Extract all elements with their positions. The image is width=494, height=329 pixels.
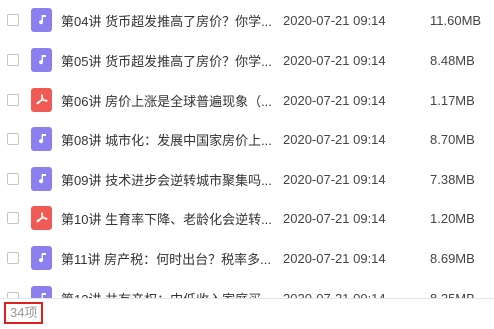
file-date: 2020-07-21 09:14 bbox=[283, 250, 386, 266]
file-size: 8.70MB bbox=[430, 131, 475, 147]
row-checkbox[interactable] bbox=[7, 212, 19, 224]
file-name[interactable]: 第09讲 技术进步会逆转城市聚集吗... bbox=[61, 170, 276, 189]
file-date: 2020-07-21 09:14 bbox=[283, 52, 386, 68]
pdf-icon bbox=[31, 206, 52, 230]
music-note-icon bbox=[31, 48, 52, 72]
music-note-icon bbox=[31, 167, 52, 191]
file-name[interactable]: 第10讲 生育率下降、老龄化会逆转... bbox=[61, 209, 276, 228]
status-bar: 34项 bbox=[0, 298, 494, 329]
file-row[interactable]: 第08讲 城市化：发展中国家房价上... 2020-07-21 09:14 8.70… bbox=[0, 119, 494, 159]
file-row[interactable]: 第11讲 房产税：何时出台？税率多... 2020-07-21 09:14 8.69… bbox=[0, 238, 494, 278]
file-date: 2020-07-21 09:14 bbox=[283, 210, 386, 226]
file-size: 8.69MB bbox=[430, 250, 475, 266]
file-size: 8.48MB bbox=[430, 52, 475, 68]
row-checkbox[interactable] bbox=[7, 14, 19, 26]
file-name[interactable]: 第04讲 货币超发推高了房价？你学... bbox=[61, 11, 276, 30]
file-name[interactable]: 第06讲 房价上涨是全球普遍现象（... bbox=[61, 91, 276, 110]
file-name[interactable]: 第12讲 共有产权：中低收入家庭买... bbox=[61, 289, 276, 299]
music-note-icon bbox=[31, 286, 52, 298]
file-date: 2020-07-21 09:14 bbox=[283, 92, 386, 108]
file-name[interactable]: 第11讲 房产税：何时出台？税率多... bbox=[61, 249, 276, 268]
file-size: 7.38MB bbox=[430, 171, 475, 187]
file-size: 1.20MB bbox=[430, 210, 475, 226]
file-date: 2020-07-21 09:14 bbox=[283, 131, 386, 147]
file-date: 2020-07-21 09:14 bbox=[283, 171, 386, 187]
music-note-icon bbox=[31, 127, 52, 151]
row-checkbox[interactable] bbox=[7, 54, 19, 66]
pdf-icon bbox=[31, 88, 52, 112]
music-note-icon bbox=[31, 246, 52, 270]
file-row[interactable]: 第10讲 生育率下降、老龄化会逆转... 2020-07-21 09:14 1.20… bbox=[0, 198, 494, 238]
file-size: 8.35MB bbox=[430, 290, 475, 299]
file-date: 2020-07-21 09:14 bbox=[283, 290, 386, 299]
file-name[interactable]: 第08讲 城市化：发展中国家房价上... bbox=[61, 130, 276, 149]
file-size: 11.60MB bbox=[430, 12, 482, 28]
row-checkbox[interactable] bbox=[7, 133, 19, 145]
item-count: 34项 bbox=[4, 302, 44, 324]
row-checkbox[interactable] bbox=[7, 252, 19, 264]
file-row[interactable]: 第06讲 房价上涨是全球普遍现象（... 2020-07-21 09:14 1.17… bbox=[0, 80, 494, 120]
file-list: 第04讲 货币超发推高了房价？你学... 2020-07-21 09:14 11.6… bbox=[0, 0, 494, 298]
file-row[interactable]: 第05讲 货币超发推高了房价？你学... 2020-07-21 09:14 8.48… bbox=[0, 40, 494, 80]
music-note-icon bbox=[31, 8, 52, 32]
file-row[interactable]: 第04讲 货币超发推高了房价？你学... 2020-07-21 09:14 11.6… bbox=[0, 0, 494, 40]
row-checkbox[interactable] bbox=[7, 173, 19, 185]
file-name[interactable]: 第05讲 货币超发推高了房价？你学... bbox=[61, 51, 276, 70]
file-row[interactable]: 第12讲 共有产权：中低收入家庭买... 2020-07-21 09:14 8.35… bbox=[0, 278, 494, 298]
file-date: 2020-07-21 09:14 bbox=[283, 12, 386, 28]
row-checkbox[interactable] bbox=[7, 94, 19, 106]
file-row[interactable]: 第09讲 技术进步会逆转城市聚集吗... 2020-07-21 09:14 7.38… bbox=[0, 159, 494, 199]
file-size: 1.17MB bbox=[430, 92, 475, 108]
